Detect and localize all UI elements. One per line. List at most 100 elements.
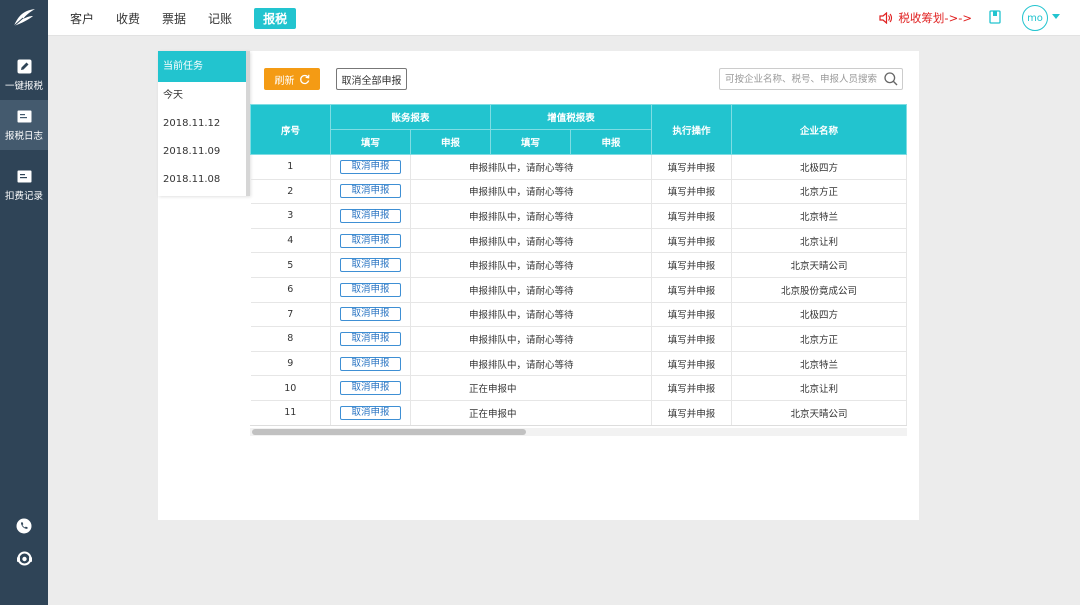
task-item-date[interactable]: 2018.11.09: [158, 138, 246, 166]
column-header-declare: 申报: [570, 129, 653, 155]
cell-action[interactable]: 填写并申报: [651, 277, 733, 303]
rail-item-tax-log[interactable]: 报税日志: [0, 100, 48, 150]
cell-status: 申报排队中，请耐心等待: [410, 277, 653, 303]
menu-item-charges[interactable]: 收费: [116, 8, 140, 29]
table-row: 5 取消申报 申报排队中，请耐心等待 填写并申报 北京天晴公司: [250, 252, 907, 278]
cell-status: 申报排队中，请耐心等待: [410, 302, 653, 328]
menu-item-invoices[interactable]: 票据: [162, 8, 186, 29]
cell-action[interactable]: 填写并申报: [651, 326, 733, 352]
cell-company: 北京股份竟成公司: [731, 277, 907, 303]
cancel-declare-button[interactable]: 取消申报: [340, 381, 401, 396]
table-row: 4 取消申报 申报排队中，请耐心等待 填写并申报 北京让利: [250, 228, 907, 254]
menu-item-tax-filing[interactable]: 报税: [254, 7, 297, 29]
table-row: 1 取消申报 申报排队中，请耐心等待 填写并申报 北极四方: [250, 154, 907, 180]
speaker-icon: [879, 12, 893, 24]
main-menu: 客户 收费 票据 记账 报税: [62, 0, 310, 36]
cell-seq: 3: [250, 203, 331, 229]
menu-item-bookkeeping[interactable]: 记账: [208, 8, 232, 29]
table-row: 2 取消申报 申报排队中，请耐心等待 填写并申报 北京方正: [250, 179, 907, 205]
tax-planning-notice[interactable]: 税收筹划->->: [879, 10, 972, 26]
cancel-declare-button[interactable]: 取消申报: [340, 307, 401, 322]
cell-action[interactable]: 填写并申报: [651, 203, 733, 229]
cancel-all-button[interactable]: 取消全部申报: [336, 68, 407, 90]
search-input[interactable]: [725, 72, 880, 86]
cell-action[interactable]: 填写并申报: [651, 154, 733, 180]
customer-service-icon[interactable]: [15, 549, 33, 567]
cell-company: 北京让利: [731, 375, 907, 401]
table-row: 9 取消申报 申报排队中，请耐心等待 填写并申报 北京特兰: [250, 351, 907, 377]
refresh-label: 刷新: [274, 75, 295, 87]
horizontal-scrollbar[interactable]: [250, 428, 907, 436]
cancel-declare-button[interactable]: 取消申报: [340, 405, 401, 420]
cell-action[interactable]: 填写并申报: [651, 179, 733, 205]
cancel-declare-button[interactable]: 取消申报: [340, 282, 401, 297]
cancel-declare-button[interactable]: 取消申报: [340, 233, 401, 248]
menu-item-customers[interactable]: 客户: [70, 8, 94, 29]
cell-seq: 8: [250, 326, 331, 352]
cell-seq: 1: [250, 154, 331, 180]
task-item-today[interactable]: 今天: [158, 82, 246, 110]
app-logo[interactable]: [0, 0, 48, 36]
cell-company: 北京方正: [731, 326, 907, 352]
cell-seq: 11: [250, 400, 331, 425]
cell-action[interactable]: 填写并申报: [651, 252, 733, 278]
cell-cancel: 取消申报: [330, 375, 411, 401]
cancel-declare-button[interactable]: 取消申报: [340, 258, 401, 273]
cell-cancel: 取消申报: [330, 154, 411, 180]
table-row: 6 取消申报 申报排队中，请耐心等待 填写并申报 北京股份竟成公司: [250, 277, 907, 303]
cell-seq: 2: [250, 179, 331, 205]
rail-item-label: 扣费记录: [4, 190, 43, 202]
rail-item-one-click-tax[interactable]: 一键报税: [0, 50, 48, 100]
phone-icon[interactable]: [15, 517, 33, 535]
cell-action[interactable]: 填写并申报: [651, 400, 733, 425]
cancel-declare-button[interactable]: 取消申报: [340, 159, 401, 174]
search-box: [719, 68, 903, 90]
cell-action[interactable]: 填写并申报: [651, 302, 733, 328]
cell-company: 北极四方: [731, 302, 907, 328]
avatar[interactable]: mo: [1022, 5, 1048, 31]
cancel-declare-button[interactable]: 取消申报: [340, 184, 401, 199]
cell-cancel: 取消申报: [330, 351, 411, 377]
cell-action[interactable]: 填写并申报: [651, 351, 733, 377]
cell-status: 申报排队中，请耐心等待: [410, 228, 653, 254]
search-icon[interactable]: [883, 71, 899, 87]
cell-action[interactable]: 填写并申报: [651, 375, 733, 401]
top-bar: 客户 收费 票据 记账 报税 税收筹划->-> mo: [48, 0, 1080, 36]
feather-logo-icon: [13, 9, 35, 27]
chevron-down-icon[interactable]: [1052, 14, 1060, 19]
cancel-declare-button[interactable]: 取消申报: [340, 331, 401, 346]
cell-company: 北京天晴公司: [731, 252, 907, 278]
table-row: 8 取消申报 申报排队中，请耐心等待 填写并申报 北京方正: [250, 326, 907, 352]
cell-company: 北京让利: [731, 228, 907, 254]
cell-status: 正在申报中: [410, 375, 653, 401]
table-row: 10 取消申报 正在申报中 填写并申报 北京让利: [250, 375, 907, 401]
cell-status: 申报排队中，请耐心等待: [410, 154, 653, 180]
task-list-header[interactable]: 当前任务: [158, 51, 246, 82]
cancel-declare-button[interactable]: 取消申报: [340, 208, 401, 223]
cell-cancel: 取消申报: [330, 277, 411, 303]
task-list: 当前任务 今天 2018.11.12 2018.11.09 2018.11.08: [158, 51, 250, 196]
cell-cancel: 取消申报: [330, 179, 411, 205]
cell-action[interactable]: 填写并申报: [651, 228, 733, 254]
cell-status: 申报排队中，请耐心等待: [410, 326, 653, 352]
cell-status: 申报排队中，请耐心等待: [410, 252, 653, 278]
document-icon[interactable]: [988, 10, 1002, 24]
scrollbar-thumb[interactable]: [252, 429, 526, 435]
rail-item-label: 一键报税: [4, 80, 43, 92]
task-item-date[interactable]: 2018.11.12: [158, 110, 246, 138]
log-icon: [16, 109, 32, 125]
cancel-declare-button[interactable]: 取消申报: [340, 356, 401, 371]
table-row: 7 取消申报 申报排队中，请耐心等待 填写并申报 北极四方: [250, 302, 907, 328]
top-right-area: 税收筹划->-> mo: [820, 0, 1080, 36]
notice-text: 税收筹划->->: [898, 11, 972, 25]
column-header-fill: 填写: [490, 129, 572, 155]
cell-status: 申报排队中，请耐心等待: [410, 351, 653, 377]
refresh-button[interactable]: 刷新: [264, 68, 320, 90]
cell-seq: 10: [250, 375, 331, 401]
cell-company: 北极四方: [731, 154, 907, 180]
pencil-icon: [16, 59, 32, 75]
task-item-date[interactable]: 2018.11.08: [158, 166, 246, 194]
rail-item-fee-record[interactable]: 扣费记录: [0, 160, 48, 210]
cell-cancel: 取消申报: [330, 400, 411, 425]
cell-cancel: 取消申报: [330, 302, 411, 328]
